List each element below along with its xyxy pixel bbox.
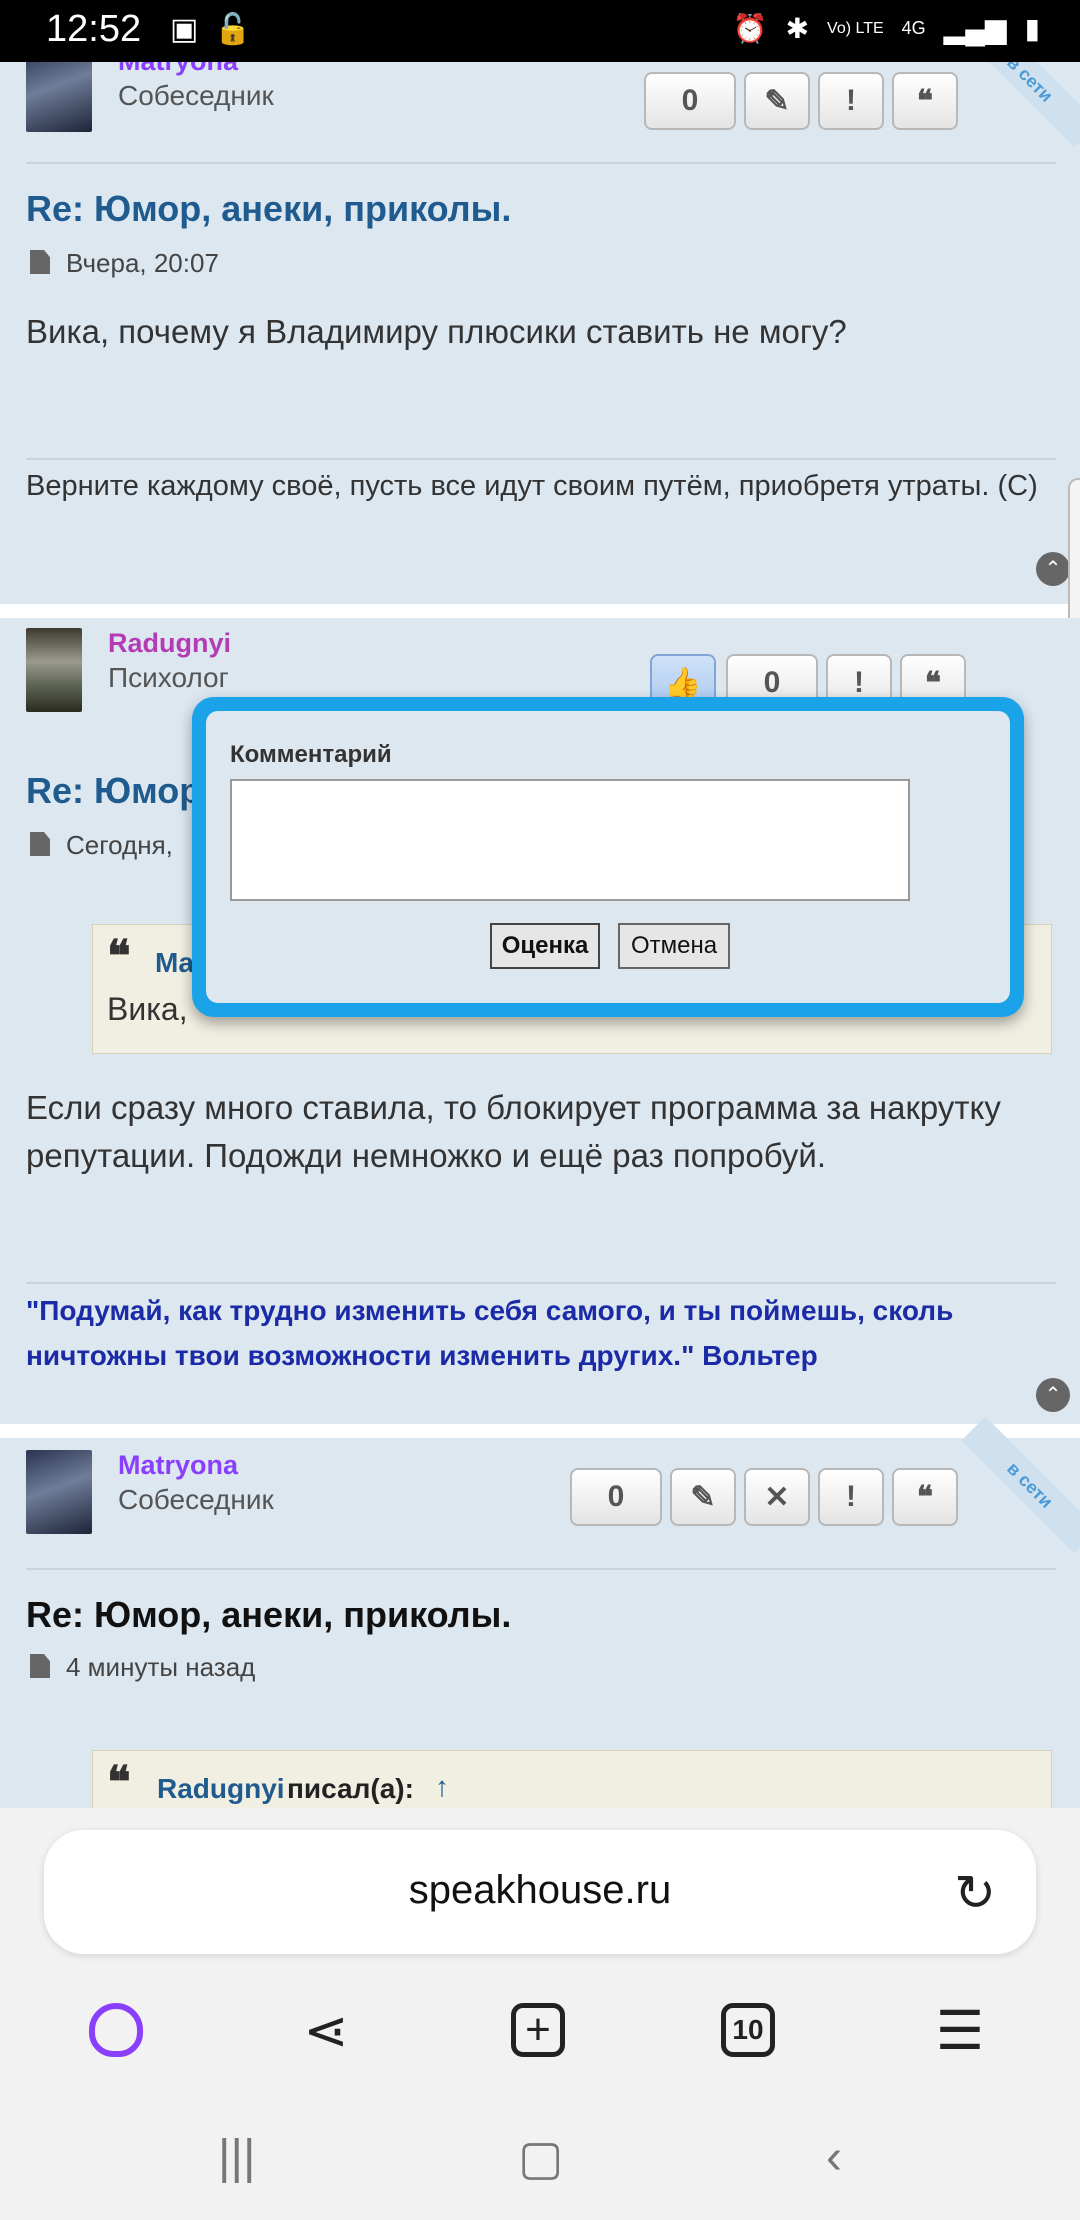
edit-icon[interactable]: ✎ xyxy=(670,1468,736,1526)
post-matryona-1: Matryona Собеседник 0 ✎ ! ❝ в сети Re: Ю… xyxy=(0,62,1080,604)
post-date: Вчера, 20:07 xyxy=(66,248,219,278)
volte-icon: Vo) LTE xyxy=(827,19,884,37)
network-type: 4G xyxy=(901,18,926,38)
quote-mark-icon: ❝ xyxy=(107,931,131,982)
system-nav-bar: ||| ▢ ‹ xyxy=(0,2100,1080,2220)
menu-button[interactable]: ☰ xyxy=(920,1990,1000,2070)
user-role: Собеседник xyxy=(118,80,274,111)
comment-dialog-body: Комментарий Оценка Отмена xyxy=(206,711,1010,1003)
plus-icon: + xyxy=(511,2003,565,2057)
address-bar[interactable]: speakhouse.ru ↻ xyxy=(44,1830,1036,1954)
back-icon[interactable]: ‹ xyxy=(826,2130,842,2185)
tabs-button[interactable]: 10 xyxy=(708,1990,788,2070)
comment-textarea[interactable] xyxy=(230,779,910,901)
bluetooth-icon: ✱ xyxy=(785,13,810,44)
rating-count[interactable]: 0 xyxy=(570,1468,662,1526)
divider xyxy=(26,458,1056,460)
new-tab-button[interactable]: + xyxy=(498,1990,578,2070)
document-icon xyxy=(30,1654,50,1678)
quote-author[interactable]: Radugnyi xyxy=(157,1773,285,1805)
online-ribbon: в сети xyxy=(961,62,1080,148)
tabs-count: 10 xyxy=(721,2003,775,2057)
user-role: Собеседник xyxy=(118,1484,274,1515)
username[interactable]: Matryona xyxy=(118,1450,238,1481)
post-title[interactable]: Re: Юмор, анеки, приколы. xyxy=(26,1594,511,1636)
divider xyxy=(26,1282,1056,1284)
comment-label: Комментарий xyxy=(230,741,392,768)
share-button[interactable]: ⋖ xyxy=(286,1990,366,2070)
avatar[interactable] xyxy=(26,1450,92,1534)
divider xyxy=(26,162,1056,164)
clock: 12:52 xyxy=(46,8,142,50)
document-icon xyxy=(30,250,50,274)
quote-icon[interactable]: ❝ xyxy=(892,1468,958,1526)
post-text: Вика, почему я Владимиру плюсики ставить… xyxy=(26,313,847,350)
url-text[interactable]: speakhouse.ru xyxy=(44,1868,1036,1913)
quote-suffix: писал(а): xyxy=(287,1773,414,1804)
signature: "Подумай, как трудно изменить себя самог… xyxy=(26,1295,954,1371)
quote-mark-icon: ❝ xyxy=(107,1757,131,1808)
forum-page: Matryona Собеседник 0 ✎ ! ❝ в сети Re: Ю… xyxy=(0,62,1080,1808)
rating-count[interactable]: 0 xyxy=(644,72,736,130)
cancel-button[interactable]: Отмена xyxy=(618,923,730,969)
recents-icon[interactable]: ||| xyxy=(218,2130,255,2185)
username[interactable]: Radugnyi xyxy=(108,628,231,659)
home-icon[interactable]: ▢ xyxy=(518,2130,563,2186)
quote-author[interactable]: Ma xyxy=(155,947,194,979)
document-icon xyxy=(30,832,50,856)
lock-icon: 🔓 xyxy=(214,13,252,46)
post-title[interactable]: Re: Юмор xyxy=(26,770,201,812)
avatar[interactable] xyxy=(26,62,92,132)
post-separator xyxy=(0,604,1080,618)
comment-dialog: Комментарий Оценка Отмена xyxy=(192,697,1024,1017)
share-icon: ⋖ xyxy=(303,2000,349,2061)
rate-button[interactable]: Оценка xyxy=(490,923,600,969)
avatar[interactable] xyxy=(26,628,82,712)
alice-icon xyxy=(89,2003,143,2057)
edit-icon[interactable]: ✎ xyxy=(744,72,810,130)
thumbs-up-icon: 👍 xyxy=(664,666,702,700)
post-date: 4 минуты назад xyxy=(66,1652,256,1682)
alice-assistant-button[interactable] xyxy=(76,1990,156,2070)
quote-icon[interactable]: ❝ xyxy=(892,72,958,130)
reload-icon[interactable]: ↻ xyxy=(954,1864,996,1922)
alarm-icon: ⏰ xyxy=(732,13,768,44)
scroll-top-icon[interactable]: ⌃ xyxy=(1036,1378,1070,1412)
post-date: Сегодня, xyxy=(66,830,173,860)
user-role: Психолог xyxy=(108,662,229,693)
post-title[interactable]: Re: Юмор, анеки, приколы. xyxy=(26,188,511,230)
post-matryona-2: Matryona Собеседник 0 ✎ ✕ ! ❝ в сети Re:… xyxy=(0,1416,1080,1808)
image-icon: ▣ xyxy=(170,13,199,46)
post-text: Если сразу много ставила, то блокирует п… xyxy=(26,1089,1001,1174)
divider xyxy=(26,1568,1056,1570)
signature: Верните каждому своё, пусть все идут сво… xyxy=(26,470,1038,502)
browser-nav: ⋖ + 10 ☰ xyxy=(0,1990,1080,2090)
delete-icon[interactable]: ✕ xyxy=(744,1468,810,1526)
quote-text: Вика, xyxy=(107,991,188,1027)
post-separator xyxy=(0,1424,1080,1438)
quote-link-arrow[interactable]: ↑ xyxy=(435,1771,449,1803)
scroll-top-icon[interactable]: ⌃ xyxy=(1036,552,1070,586)
signal-icon: ▂▄▆ xyxy=(943,13,1007,44)
quote-block: ❝ Radugnyi писал(а): ↑ xyxy=(92,1750,1052,1808)
username[interactable]: Matryona xyxy=(118,62,238,77)
hamburger-icon: ☰ xyxy=(935,2000,985,2061)
status-bar: 12:52 ▣ 🔓 ⏰ ✱ Vo) LTE 4G ▂▄▆ ▮ xyxy=(0,0,1080,62)
browser-toolbar: speakhouse.ru ↻ ⋖ + 10 ☰ xyxy=(0,1808,1080,2100)
battery-icon: ▮ xyxy=(1024,13,1040,44)
report-icon[interactable]: ! xyxy=(818,72,884,130)
report-icon[interactable]: ! xyxy=(818,1468,884,1526)
